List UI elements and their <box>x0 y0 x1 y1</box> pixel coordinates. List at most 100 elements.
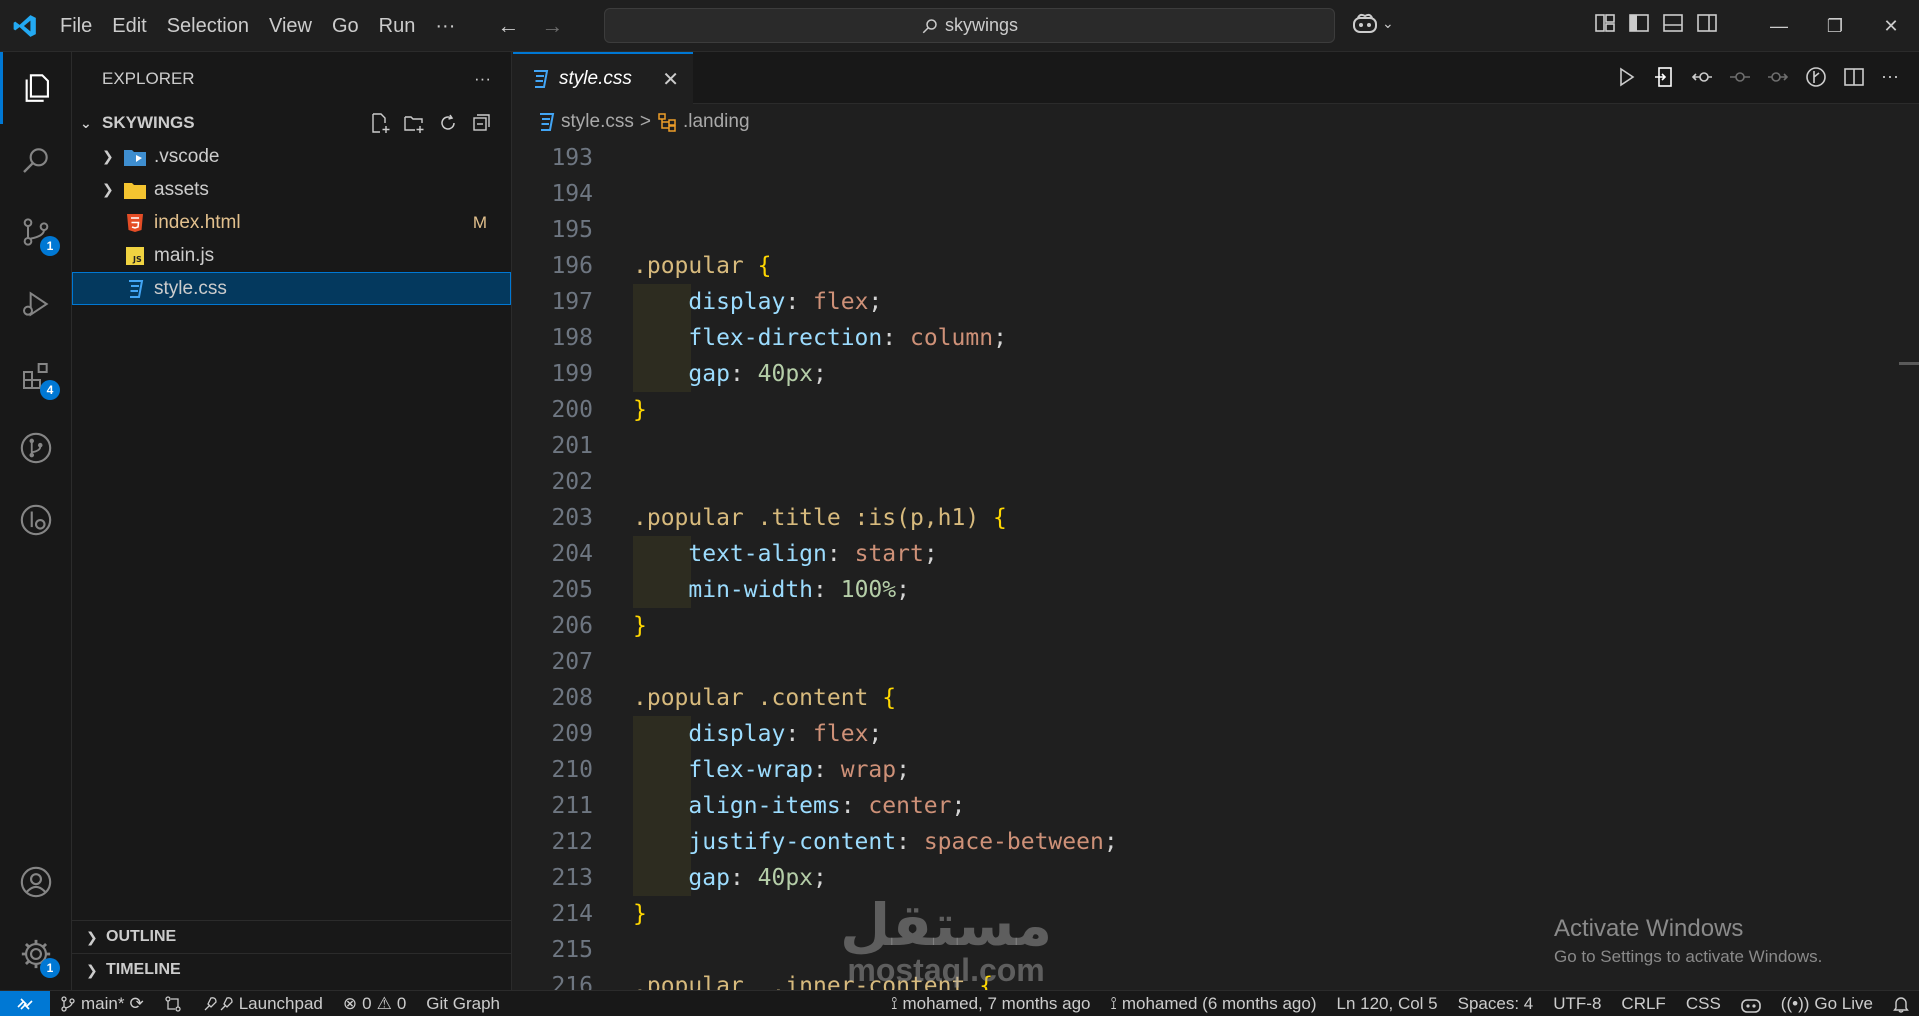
tab-label: style.css <box>559 68 632 89</box>
git-compare-status[interactable] <box>154 995 192 1013</box>
launchpad-status[interactable]: Launchpad <box>192 994 333 1014</box>
git-graph-activity[interactable] <box>0 412 72 484</box>
menu-go[interactable]: Go <box>322 0 369 52</box>
explorer-more-button[interactable]: ··· <box>474 69 491 89</box>
error-count: 0 <box>362 993 372 1013</box>
refresh-icon[interactable] <box>437 112 459 134</box>
vscode-folder-icon <box>122 147 148 167</box>
folder-icon <box>122 180 148 200</box>
new-file-icon[interactable] <box>369 112 391 134</box>
outline-section[interactable]: ❯ OUTLINE <box>72 920 512 953</box>
breadcrumb-file[interactable]: style.css <box>561 111 634 133</box>
minimize-button[interactable]: — <box>1751 0 1807 52</box>
tree-item-vscode[interactable]: ❯ .vscode <box>72 140 511 173</box>
chevron-right-icon: ❯ <box>86 961 98 978</box>
css-value: 40px <box>757 361 814 387</box>
close-window-button[interactable]: ✕ <box>1863 0 1919 52</box>
tree-item-main-js[interactable]: JS main.js <box>72 239 511 272</box>
toggle-panel-icon[interactable] <box>1662 12 1684 34</box>
line-number: 212 <box>551 829 593 855</box>
go-live-status[interactable]: ((•)) Go Live <box>1771 994 1883 1014</box>
more-actions-icon[interactable]: ··· <box>1881 66 1899 88</box>
timeline-section[interactable]: ❯ TIMELINE <box>72 953 512 986</box>
eol-status[interactable]: CRLF <box>1611 994 1675 1014</box>
copilot-status[interactable] <box>1731 995 1771 1013</box>
menu-run[interactable]: Run <box>369 0 426 52</box>
run-debug-activity[interactable] <box>0 268 72 340</box>
language-mode[interactable]: CSS <box>1676 994 1731 1014</box>
css-property: gap <box>688 361 730 387</box>
extensions-activity[interactable]: 4 <box>0 340 72 412</box>
explorer-activity[interactable] <box>0 52 72 124</box>
gitlens-activity[interactable] <box>0 484 72 556</box>
title-bar: File Edit Selection View Go Run ··· ← → … <box>0 0 1919 52</box>
line-number: 202 <box>551 469 593 495</box>
code-line: 201 <box>513 428 1893 464</box>
launchpad-label: Launchpad <box>238 993 323 1013</box>
line-number: 197 <box>551 289 593 315</box>
command-center-search[interactable]: skywings <box>604 8 1335 43</box>
git-graph-label: Git Graph <box>426 993 500 1013</box>
menu-more[interactable]: ··· <box>425 0 465 52</box>
tree-item-label: style.css <box>154 277 227 299</box>
menu-selection[interactable]: Selection <box>157 0 259 52</box>
toggle-secondary-sidebar-icon[interactable] <box>1696 12 1718 34</box>
js-file-icon: JS <box>122 246 148 266</box>
back-arrow-icon[interactable]: ← <box>493 13 523 39</box>
css-selector: .popular .title :is(p,h1) <box>633 505 980 531</box>
copilot-menu[interactable]: ⌄ <box>1352 12 1394 34</box>
customize-layout-icon[interactable] <box>1594 12 1616 34</box>
css-file-icon <box>534 70 549 88</box>
cursor-position[interactable]: Ln 120, Col 5 <box>1327 994 1448 1014</box>
css-selector: .popular <box>633 253 744 279</box>
manage-activity[interactable]: 1 <box>0 918 72 990</box>
sync-icon[interactable]: ⟳ <box>129 994 143 1014</box>
search-activity[interactable] <box>0 124 72 196</box>
css-value: wrap <box>840 757 897 783</box>
previous-change-icon[interactable] <box>1691 66 1713 88</box>
commit-status[interactable]: ⟟ mohamed (6 months ago) <box>1101 994 1327 1014</box>
tree-item-style-css[interactable]: style.css <box>72 272 511 305</box>
accounts-activity[interactable] <box>0 846 72 918</box>
git-graph-status[interactable]: Git Graph <box>416 994 510 1014</box>
scrollbar-marker[interactable] <box>1899 362 1919 365</box>
commit-text: mohamed (6 months ago) <box>1121 993 1317 1013</box>
forward-arrow-icon[interactable]: → <box>537 13 567 39</box>
git-graph-icon[interactable] <box>1805 66 1827 88</box>
toggle-primary-sidebar-icon[interactable] <box>1628 12 1650 34</box>
commit-icon[interactable] <box>1729 66 1751 88</box>
files-icon <box>25 74 49 102</box>
breadcrumb-symbol[interactable]: .landing <box>683 111 750 133</box>
activate-subtitle: Go to Settings to activate Windows. <box>1554 947 1823 966</box>
code-line: 211 align-items: center; <box>513 788 1893 824</box>
branch-status[interactable]: main* ⟳ <box>50 994 154 1014</box>
encoding-status[interactable]: UTF-8 <box>1543 994 1611 1014</box>
notifications-status[interactable] <box>1883 995 1919 1013</box>
menu-edit[interactable]: Edit <box>102 0 156 52</box>
source-control-activity[interactable]: 1 <box>0 196 72 268</box>
next-change-icon[interactable] <box>1767 66 1789 88</box>
open-changes-icon[interactable] <box>1653 66 1675 88</box>
close-icon[interactable]: ✕ <box>662 67 679 92</box>
workspace-folder-header[interactable]: ⌄ SKYWINGS <box>72 106 511 140</box>
tab-style-css[interactable]: style.css ✕ <box>513 52 693 104</box>
collapse-all-icon[interactable] <box>471 112 493 134</box>
indentation-status[interactable]: Spaces: 4 <box>1448 994 1544 1014</box>
problems-status[interactable]: ⊗ 0 ⚠ 0 <box>333 994 416 1014</box>
css-value: 100% <box>840 577 897 603</box>
remote-indicator[interactable] <box>0 990 50 1016</box>
split-editor-icon[interactable] <box>1843 66 1865 88</box>
run-icon[interactable] <box>1615 66 1637 88</box>
tree-item-assets[interactable]: ❯ assets <box>72 173 511 206</box>
blame-status[interactable]: ⟟ mohamed, 7 months ago <box>881 994 1100 1014</box>
menu-file[interactable]: File <box>50 0 102 52</box>
restore-button[interactable]: ❐ <box>1807 0 1863 52</box>
line-number: 210 <box>551 757 593 783</box>
line-number: 214 <box>551 901 593 927</box>
search-text: skywings <box>944 15 1019 35</box>
tree-item-index-html[interactable]: index.html M <box>72 206 511 239</box>
line-number: 204 <box>551 541 593 567</box>
code-editor[interactable]: 193 194 195 196 .popular { 197 display: … <box>513 140 1919 990</box>
menu-view[interactable]: View <box>259 0 322 52</box>
new-folder-icon[interactable] <box>403 112 425 134</box>
